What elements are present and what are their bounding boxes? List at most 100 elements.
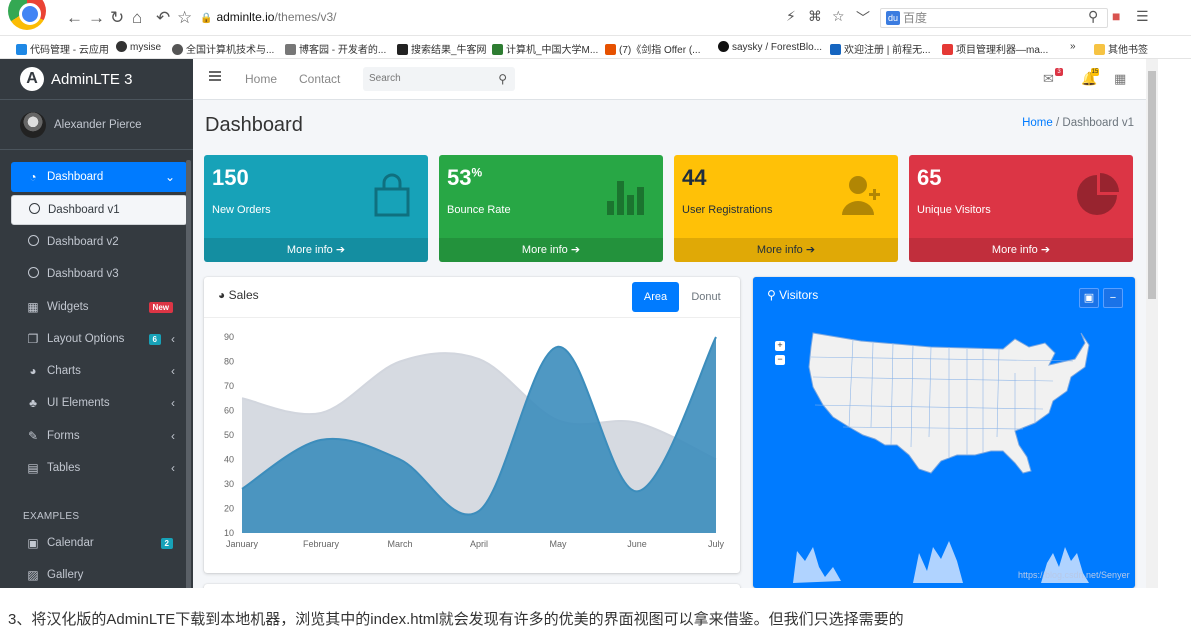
shopping-bag-icon — [374, 173, 410, 217]
hamburger-icon[interactable] — [209, 71, 221, 81]
new-badge: New — [148, 301, 173, 313]
menu-icon[interactable]: ☰ — [1136, 8, 1149, 25]
sidebar-item-layout-options[interactable]: ❐ Layout Options 6 ‹ — [11, 324, 187, 354]
usa-map[interactable] — [753, 277, 1135, 588]
lock-icon: 🔒 — [200, 13, 213, 24]
bookmark-item[interactable]: 代码管理 - 云应用 — [16, 41, 109, 56]
stat-box-unique-visitors: 65 Unique Visitors More info ➔ — [909, 155, 1133, 262]
sidebar-item-dashboard[interactable]: ◔ Dashboard ⌄ — [11, 162, 187, 192]
chrome-logo-icon — [8, 0, 46, 30]
sidebar-item-tables[interactable]: ▤ Tables ‹ — [11, 453, 187, 483]
forward-icon[interactable]: → — [88, 8, 105, 28]
breadcrumb-home-link[interactable]: Home — [1022, 117, 1053, 129]
x-tick-label: July — [708, 539, 725, 549]
pie-icon: ◕ — [218, 288, 226, 302]
undo-icon[interactable]: ↶ — [156, 8, 170, 28]
bookmark-star-icon[interactable]: ☆ — [832, 8, 845, 25]
address-bar[interactable]: 🔒 adminlte.io/themes/v3/ — [200, 6, 880, 28]
image-icon: ▨ — [27, 568, 39, 582]
top-navbar: Home Contact Search ⚲ ✉ 3 🔔 15 ▦ — [193, 59, 1146, 100]
sidebar-item-calendar[interactable]: ▣ Calendar 2 — [11, 528, 187, 558]
adminlte-logo-icon: A — [20, 67, 44, 91]
sidebar-item-ui-elements[interactable]: ♣ UI Elements ‹ — [11, 388, 187, 418]
star-icon[interactable]: ☆ — [177, 8, 192, 28]
stat-box-bounce-rate: 53% Bounce Rate More info ➔ — [439, 155, 663, 262]
search-icon[interactable]: ⚲ — [498, 67, 507, 91]
extension-icon[interactable]: ■ — [1112, 8, 1120, 24]
y-tick-label: 80 — [224, 357, 234, 367]
home-icon[interactable]: ⌂ — [132, 8, 142, 28]
bookmark-item[interactable]: saysky / ForestBlo... — [718, 41, 822, 53]
notifications-badge: 15 — [1091, 68, 1099, 76]
reload-icon[interactable]: ↻ — [110, 8, 124, 28]
article-text: 3、将汉化版的AdminLTE下载到本地机器，浏览其中的index.html就会… — [0, 588, 1191, 636]
chevron-left-icon: ‹ — [171, 396, 175, 410]
bookmarks-overflow[interactable]: » — [1070, 41, 1076, 52]
bookmark-item[interactable]: 博客园 - 开发者的... — [285, 41, 386, 56]
count-badge: 2 — [160, 537, 173, 549]
sidebar-item-dashboard-v1[interactable]: Dashboard v1 — [11, 195, 187, 225]
nav-home-link[interactable]: Home — [245, 72, 277, 86]
more-info-link[interactable]: More info ➔ — [909, 238, 1133, 262]
lightning-icon[interactable]: ⚡ — [786, 8, 796, 25]
bookmark-item[interactable]: 计算机_中国大学M... — [492, 41, 598, 56]
breadcrumb-current: Dashboard v1 — [1062, 117, 1134, 129]
bookmark-item[interactable]: 项目管理利器—ma... — [942, 41, 1048, 56]
bookmark-item[interactable]: mysise — [116, 41, 161, 53]
search-icon[interactable]: ⚲ — [1088, 8, 1098, 25]
user-plus-icon — [842, 176, 880, 215]
breadcrumb: Home / Dashboard v1 — [1022, 117, 1134, 129]
bookmark-item[interactable]: 搜索结果_牛客网 — [397, 41, 487, 56]
nav-contact-link[interactable]: Contact — [299, 72, 340, 86]
search-input[interactable]: Search ⚲ — [363, 67, 515, 91]
y-tick-label: 40 — [224, 455, 234, 465]
bookmark-item[interactable]: 欢迎注册 | 前程无... — [830, 41, 931, 56]
sidebar-item-widgets[interactable]: ▦ Widgets New — [11, 292, 187, 322]
sidebar-item-charts[interactable]: ◕ Charts ‹ — [11, 356, 187, 386]
browser-toolbar: ← → ↻ ⌂ ↶ ☆ 🔒 adminlte.io/themes/v3/ ⚡ ⌘ … — [0, 0, 1191, 36]
y-tick-label: 50 — [224, 430, 234, 440]
page-scrollbar[interactable] — [1146, 59, 1158, 588]
y-tick-label: 60 — [224, 406, 234, 416]
browser-search-input[interactable]: du 百度 — [880, 8, 1108, 28]
messages-icon[interactable]: ✉ — [1043, 71, 1054, 87]
grid-icon[interactable]: ▦ — [1114, 71, 1126, 87]
sidebar-scrollbar[interactable] — [186, 160, 191, 588]
stat-box-new-orders: 150 New Orders More info ➔ — [204, 155, 428, 262]
visitors-card: ⚲ Visitors ▣ − + − — [753, 277, 1135, 588]
bookmark-item[interactable]: 全国计算机技术与... — [172, 41, 274, 56]
messages-badge: 3 — [1055, 68, 1063, 76]
pie-icon: ◕ — [29, 364, 37, 378]
y-tick-label: 30 — [224, 479, 234, 489]
avatar — [20, 111, 46, 138]
more-info-link[interactable]: More info ➔ — [674, 238, 898, 262]
baidu-icon: du — [886, 11, 900, 25]
calendar-icon: ▣ — [27, 536, 39, 550]
chevron-down-icon[interactable]: ﹀ — [856, 8, 870, 28]
more-info-link[interactable]: More info ➔ — [204, 238, 428, 262]
bookmark-item[interactable]: (7)《剑指 Offer (... — [605, 41, 701, 56]
back-icon[interactable]: ← — [66, 8, 83, 28]
tachometer-icon: ◔ — [29, 170, 37, 184]
x-tick-label: April — [470, 539, 488, 549]
bar-chart-icon — [607, 181, 644, 215]
chevron-left-icon: ‹ — [171, 461, 175, 475]
tab-area[interactable]: Area — [632, 282, 679, 312]
x-tick-label: February — [303, 539, 340, 549]
brand-link[interactable]: A AdminLTE 3 — [0, 59, 193, 100]
circle-icon — [26, 203, 42, 217]
sidebar-item-dashboard-v2[interactable]: Dashboard v2 — [11, 227, 187, 257]
sidebar-item-forms[interactable]: ✎ Forms ‹ — [11, 421, 187, 451]
table-icon: ▤ — [27, 461, 39, 475]
tab-donut[interactable]: Donut — [682, 282, 730, 312]
sidebar-item-gallery[interactable]: ▨ Gallery — [11, 560, 187, 588]
bookmark-folder[interactable]: 其他书签 — [1094, 41, 1148, 56]
sidebar-item-dashboard-v3[interactable]: Dashboard v3 — [11, 259, 187, 289]
sales-area-chart: 10 20 30 40 50 60 70 80 90 January February March Ap… — [224, 332, 725, 549]
sales-card: ◕ Sales Area Donut 10 20 30 40 50 60 70 80 90 Jan… — [204, 277, 740, 573]
x-tick-label: May — [549, 539, 567, 549]
more-info-link[interactable]: More info ➔ — [439, 238, 663, 262]
translate-icon[interactable]: ⌘ — [808, 8, 822, 25]
user-panel[interactable]: Alexander Pierce — [0, 100, 193, 150]
sidebar-header-examples: EXAMPLES — [23, 511, 80, 522]
